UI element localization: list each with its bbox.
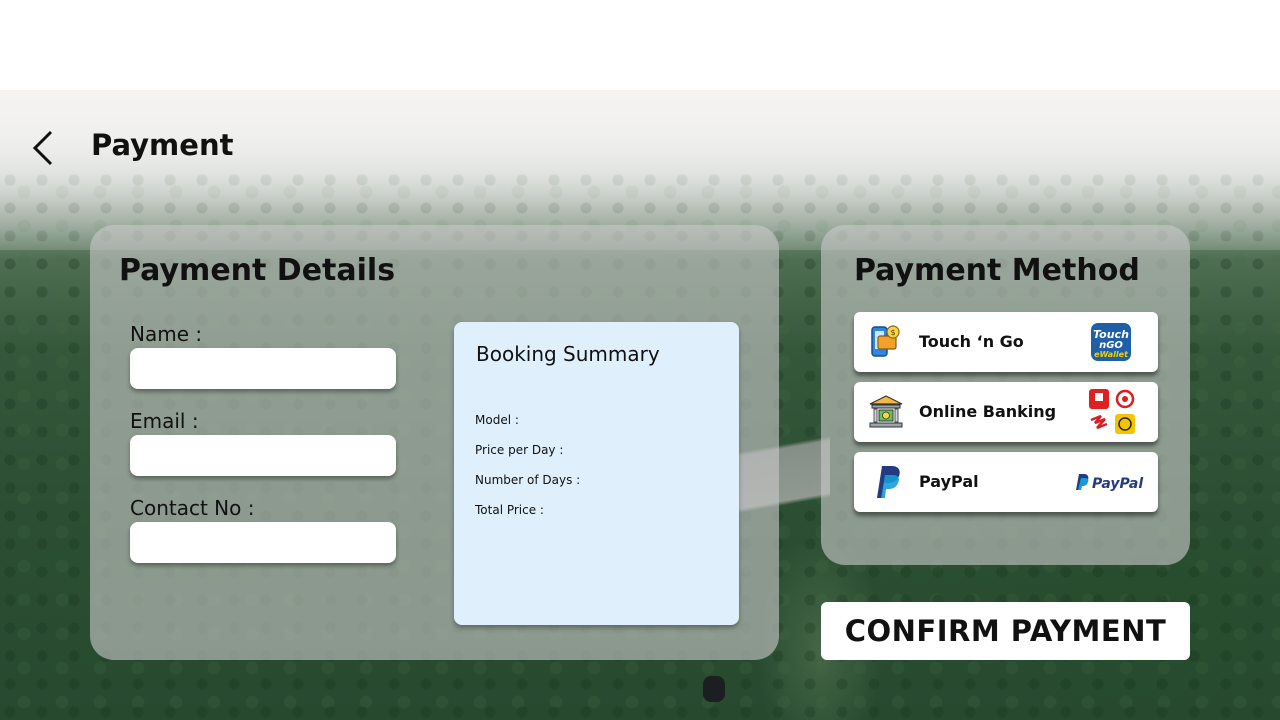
method-touch-n-go[interactable]: $ Touch ‘n Go Touch nGO eWallet: [854, 312, 1158, 372]
paypal-logo: PayPal: [1076, 474, 1143, 492]
bank-logos: [1089, 389, 1135, 434]
back-button[interactable]: [26, 128, 62, 168]
method-paypal[interactable]: PayPal PayPal: [854, 452, 1158, 512]
confirm-payment-button[interactable]: CONFIRM PAYMENT: [821, 602, 1190, 660]
payment-method-title: Payment Method: [854, 253, 1140, 288]
email-field[interactable]: [130, 435, 396, 476]
payment-details-title: Payment Details: [119, 253, 396, 288]
summary-number-of-days: Number of Days :: [475, 473, 581, 487]
contact-no-label: Contact No :: [130, 496, 255, 520]
bank-icon: [869, 395, 903, 428]
summary-total-price: Total Price :: [475, 503, 544, 517]
summary-price-per-day: Price per Day :: [475, 443, 564, 457]
payment-details-panel: Payment Details Name : Email : Contact N…: [90, 225, 779, 660]
svg-text:PayPal: PayPal: [1092, 476, 1143, 492]
svg-text:eWallet: eWallet: [1094, 350, 1129, 359]
touch-n-go-ewallet-logo: Touch nGO eWallet: [1091, 323, 1131, 361]
svg-text:$: $: [890, 328, 895, 337]
summary-model: Model :: [475, 413, 519, 427]
paypal-label: PayPal: [919, 472, 979, 491]
chevron-left-icon: [32, 130, 53, 166]
booking-summary: Booking Summary Model : Price per Day : …: [454, 322, 739, 625]
payment-method-panel: Payment Method $ Touch ‘n Go Touch nGO e…: [821, 225, 1190, 565]
page-title: Payment: [91, 128, 234, 162]
name-label: Name :: [130, 322, 203, 346]
contact-no-field[interactable]: [130, 522, 396, 563]
top-bar: [0, 0, 1280, 90]
email-label: Email :: [130, 409, 199, 433]
touch-n-go-label: Touch ‘n Go: [919, 332, 1024, 351]
name-field[interactable]: [130, 348, 396, 389]
online-banking-label: Online Banking: [919, 402, 1057, 421]
phone-wallet-icon: $: [871, 325, 900, 357]
paypal-icon: [877, 466, 900, 498]
method-online-banking[interactable]: Online Banking: [854, 382, 1158, 442]
booking-summary-title: Booking Summary: [476, 342, 660, 366]
